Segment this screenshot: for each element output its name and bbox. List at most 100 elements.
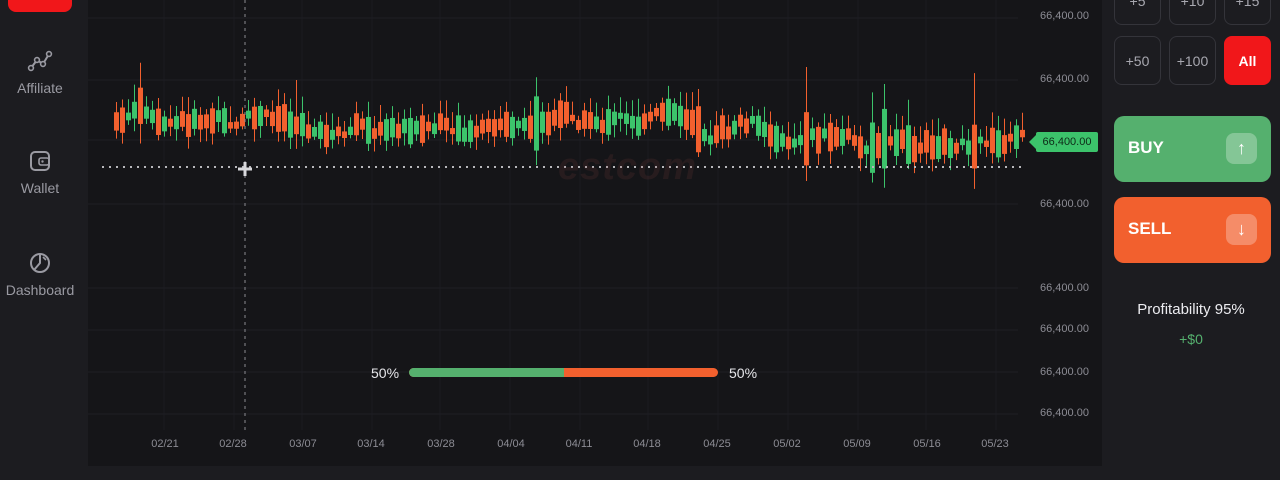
date-axis-label: 05/02 (773, 438, 801, 450)
candle-body (594, 116, 599, 130)
candle-body (756, 115, 761, 136)
current-price-tag: 66,400.00 (1029, 132, 1098, 152)
candle-body (522, 117, 527, 131)
sentiment-bar (409, 368, 718, 377)
price-axis-label: 66,400.00 (1040, 73, 1089, 85)
candle-body (432, 123, 437, 135)
profitability-label: Profitability 95% (1137, 301, 1245, 318)
sidebar-top-button[interactable] (8, 0, 72, 12)
date-axis-label: 03/14 (357, 438, 385, 450)
date-axis-label: 04/04 (497, 438, 525, 450)
candle-body (852, 135, 857, 146)
amount-button-plus15[interactable]: +15 (1224, 0, 1271, 25)
candle-body (990, 127, 995, 154)
sell-sentiment-percent: 50% (729, 365, 758, 381)
candle-body (684, 109, 689, 130)
candle-body (270, 111, 275, 127)
candle-body (330, 129, 335, 140)
candle-body (480, 119, 485, 134)
date-axis-label: 04/11 (565, 438, 593, 450)
candle-body (624, 113, 629, 124)
candle-body (456, 115, 461, 142)
candle-body (300, 112, 305, 137)
candle-body (390, 117, 395, 138)
candle-body (582, 110, 587, 129)
buy-sentiment-percent: 50% (371, 365, 400, 381)
candle-body (384, 119, 389, 141)
candle-body (906, 125, 911, 164)
candle-body (714, 125, 719, 144)
amount-button-plus5[interactable]: +5 (1114, 0, 1161, 25)
candle-body (162, 116, 167, 132)
sidebar-item-label: Dashboard (5, 282, 75, 298)
date-axis-label: 03/07 (289, 438, 317, 450)
amount-button-plus100[interactable]: +100 (1169, 36, 1216, 85)
sidebar-item-dashboard[interactable]: Dashboard (0, 250, 80, 298)
candle-body (396, 123, 401, 139)
candle-body (978, 136, 983, 144)
sidebar-item-wallet[interactable]: Wallet (0, 148, 80, 196)
candle-body (750, 115, 755, 124)
date-axis-label: 02/28 (219, 438, 247, 450)
candle-body (546, 111, 551, 136)
trading-app: Affiliate Wallet Dashboard estcom 66,400… (0, 0, 1280, 480)
chart-bottom-bar (88, 466, 1102, 480)
candle-body (954, 142, 959, 154)
sell-button[interactable]: SELL ↓ (1114, 197, 1271, 263)
candle-body (840, 129, 845, 146)
candle-body (966, 140, 971, 155)
candle-body (174, 116, 179, 130)
candle-body (240, 113, 245, 127)
candle-body (726, 126, 731, 140)
candle-body (570, 114, 575, 122)
candle-body (900, 129, 905, 149)
candle-body (504, 111, 509, 137)
price-chart[interactable]: estcom (88, 0, 1102, 466)
candle-body (612, 111, 617, 126)
candle-body (534, 96, 539, 151)
candle-body (198, 114, 203, 130)
candle-body (486, 118, 491, 132)
sentiment-bar-buy-fill (409, 368, 564, 377)
candle-body (792, 138, 797, 148)
candle-body (642, 113, 647, 130)
candle-body (702, 129, 707, 142)
candle-body (732, 120, 737, 135)
candle-body (342, 131, 347, 139)
candle-body (288, 111, 293, 138)
candle-body (312, 126, 317, 137)
candle-body (498, 118, 503, 131)
candle-body (654, 107, 659, 117)
candle-body (462, 127, 467, 142)
price-axis-label: 66,400.00 (1040, 323, 1089, 335)
date-axis-label: 05/23 (981, 438, 1009, 450)
candle-body (492, 119, 497, 137)
candle-body (576, 119, 581, 130)
amount-button-plus50[interactable]: +50 (1114, 36, 1161, 85)
candle-body (876, 132, 881, 159)
candle-body (528, 115, 533, 139)
candle-body (972, 124, 977, 169)
candle-body (204, 114, 209, 129)
sidebar-item-affiliate[interactable]: Affiliate (0, 48, 80, 96)
amount-button-all[interactable]: All (1224, 36, 1271, 85)
candle-body (474, 125, 479, 138)
candle-body (348, 126, 353, 136)
candle-body (648, 111, 653, 122)
candle-body (768, 124, 773, 147)
amount-button-plus10[interactable]: +10 (1169, 0, 1216, 25)
candle-body (306, 124, 311, 139)
candle-body (822, 128, 827, 139)
candle-body (354, 113, 359, 136)
candle-body (150, 109, 155, 124)
candle-body (408, 117, 413, 145)
candle-body (192, 108, 197, 129)
buy-button[interactable]: BUY ↑ (1114, 116, 1271, 182)
candle-body (540, 111, 545, 133)
watermark-logo: estcom (558, 146, 698, 188)
candle-body (258, 105, 263, 127)
candle-body (366, 116, 371, 144)
candlestick-chart[interactable] (88, 0, 1102, 466)
candle-body (1002, 135, 1007, 154)
price-axis-label: 66,400.00 (1040, 10, 1089, 22)
